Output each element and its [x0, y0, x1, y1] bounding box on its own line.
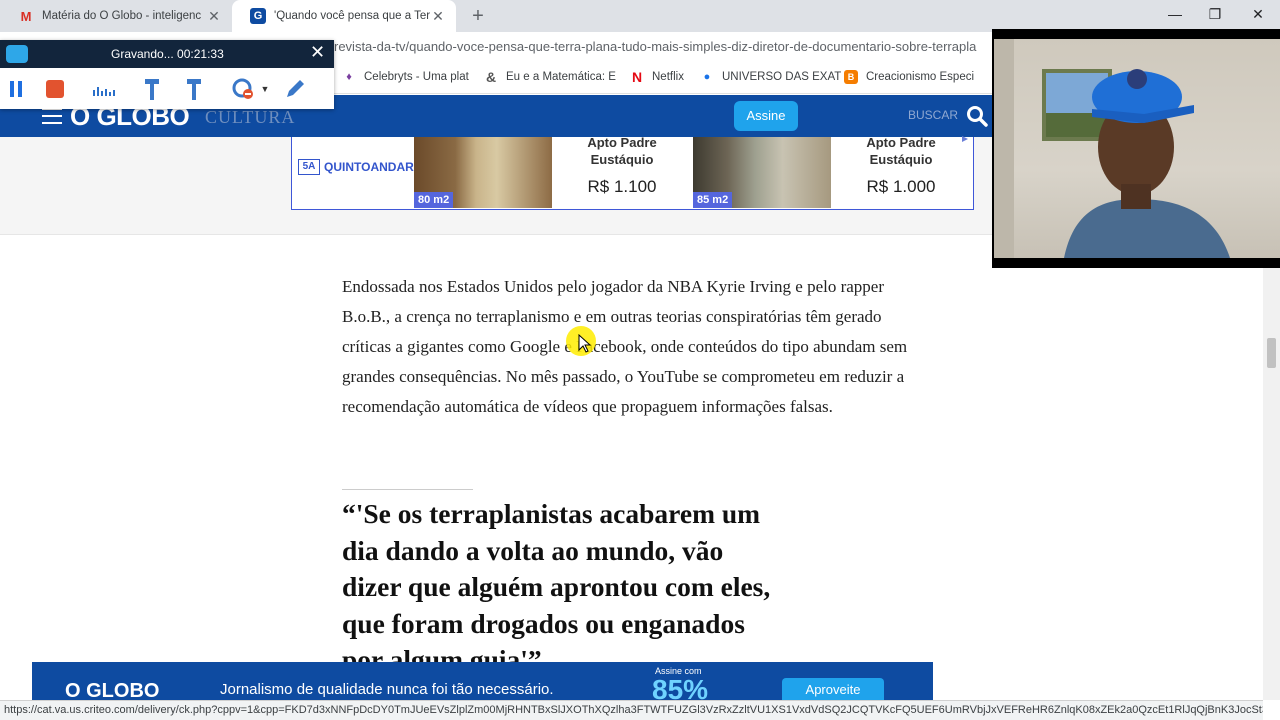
restore-button[interactable]: ❐	[1192, 0, 1238, 30]
highlight-tool-button[interactable]	[180, 76, 208, 102]
stop-button[interactable]	[44, 76, 66, 102]
stop-icon	[46, 80, 64, 98]
subscription-banner: O GLOBO Jornalismo de qualidade nunca fo…	[32, 662, 933, 702]
article-paragraph: Endossada nos Estados Unidos pelo jogado…	[342, 277, 908, 416]
bookmark-item[interactable]: ♦ Celebryts - Uma plat	[342, 70, 469, 84]
listing-area-badge: 85 m2	[693, 192, 733, 208]
highlighter-icon	[187, 79, 201, 100]
pause-icon	[10, 81, 22, 97]
tab-title: Matéria do O Globo - inteligenc	[42, 10, 202, 22]
quote-divider	[342, 489, 473, 490]
listing-title[interactable]: Apto Padre Eustáquio	[552, 134, 692, 168]
mouse-pointer-icon	[578, 334, 592, 353]
gmail-icon: M	[20, 8, 32, 24]
audio-level-button[interactable]	[90, 76, 120, 102]
oglobo-icon: G	[250, 8, 266, 24]
listing-price: R$ 1.100	[587, 177, 657, 196]
banner-logo: O GLOBO	[65, 680, 160, 702]
tab-title: 'Quando você pensa que a Terra	[274, 10, 430, 22]
scrollbar-thumb[interactable]	[1267, 338, 1276, 368]
bookmark-item[interactable]: B Creacionismo Especi	[844, 70, 974, 84]
banner-slogan: Jornalismo de qualidade nunca foi tão ne…	[220, 681, 554, 698]
banner-cta-button[interactable]: Aproveite	[782, 678, 884, 702]
bookmark-item[interactable]: N Netflix	[630, 69, 684, 85]
ad-brand: 5A QUINTOANDAR	[298, 159, 414, 175]
audio-level-icon	[93, 87, 115, 96]
section-name[interactable]: CULTURA	[205, 107, 295, 128]
webcam-toggle-button[interactable]: ▼	[226, 76, 274, 102]
ad-brand-label: QUINTOANDAR	[324, 160, 414, 174]
listing-price: R$ 1.000	[866, 177, 936, 196]
recorder-titlebar: Gravando... 00:21:33 ✕	[0, 40, 334, 68]
bookmark-label: UNIVERSO DAS EXAT	[722, 71, 842, 83]
page-scrollbar[interactable]	[1263, 268, 1280, 700]
search-label[interactable]: BUSCAR	[908, 108, 958, 122]
close-tab-icon[interactable]: ✕	[206, 8, 222, 25]
recorder-close-button[interactable]: ✕	[310, 42, 325, 63]
math-icon: &	[485, 69, 497, 85]
webcam-person-image	[994, 39, 1230, 258]
close-window-button[interactable]: ✕	[1235, 0, 1280, 30]
listing-title-line: Eustáquio	[869, 152, 933, 167]
bookmark-item[interactable]: & Eu e a Matemática: E	[484, 69, 616, 85]
bookmark-label: Celebryts - Uma plat	[364, 71, 469, 83]
bookmark-label: Creacionismo Especi	[866, 71, 975, 83]
webcam-icon	[232, 78, 253, 99]
draw-tool-button[interactable]	[138, 76, 166, 102]
pull-quote: “'Se os terraplanistas acabarem um dia d…	[342, 498, 771, 675]
bookmark-label: Eu e a Matemática: E	[506, 71, 616, 83]
tab-strip: M Matéria do O Globo - inteligenc ✕ G 'Q…	[0, 0, 1280, 32]
tab-oglobo[interactable]: G 'Quando você pensa que a Terra ✕	[232, 0, 456, 32]
tab-gmail[interactable]: M Matéria do O Globo - inteligenc ✕	[0, 0, 232, 32]
ad-banner[interactable]: 5A QUINTOANDAR 80 m2 Apto Padre Eustáqui…	[291, 134, 974, 210]
globe-icon: ●	[703, 71, 711, 83]
new-tab-button[interactable]: +	[466, 4, 490, 28]
listing-area-badge: 80 m2	[414, 192, 454, 208]
bookmark-label: Netflix	[652, 71, 684, 83]
webcam-overlay	[992, 29, 1280, 268]
banner-offer-value: 85%	[652, 674, 709, 702]
annotate-button[interactable]	[282, 76, 308, 102]
webcam-video	[994, 39, 1280, 258]
recording-status: Gravando... 00:21:33	[111, 47, 224, 61]
blogger-icon: B	[844, 70, 858, 84]
search-icon[interactable]	[966, 105, 988, 127]
pen-tool-icon	[145, 79, 159, 100]
listing-photo[interactable]: 85 m2	[693, 137, 831, 208]
netflix-icon: N	[631, 69, 643, 85]
listing-title-line: Eustáquio	[590, 152, 654, 167]
celebryts-icon: ♦	[346, 71, 352, 83]
url-field[interactable]: revista-da-tv/quando-voce-pensa-que-terr…	[334, 39, 976, 54]
listing-photo[interactable]: 80 m2	[414, 137, 552, 208]
pause-button[interactable]	[6, 76, 26, 102]
screen-recorder-panel: Gravando... 00:21:33 ✕ ▼	[0, 40, 334, 109]
pencil-icon	[287, 80, 304, 97]
recorder-logo-icon	[6, 45, 28, 63]
listing-title-line: Apto Padre	[587, 135, 657, 150]
chevron-down-icon[interactable]: ▼	[261, 84, 270, 94]
quintoandar-logo-icon: 5A	[298, 159, 320, 175]
ad-info-icon[interactable]	[960, 134, 970, 144]
close-tab-icon[interactable]: ✕	[430, 8, 446, 25]
bookmark-item[interactable]: ● UNIVERSO DAS EXAT	[700, 70, 842, 84]
status-bar-url: https://cat.va.us.criteo.com/delivery/ck…	[0, 700, 1263, 720]
menu-icon[interactable]	[42, 108, 62, 124]
ad-area: 5A QUINTOANDAR 80 m2 Apto Padre Eustáqui…	[0, 134, 992, 235]
listing-title[interactable]: Apto Padre Eustáquio	[831, 134, 971, 168]
subscribe-button[interactable]: Assine	[734, 101, 798, 131]
listing-title-line: Apto Padre	[866, 135, 936, 150]
